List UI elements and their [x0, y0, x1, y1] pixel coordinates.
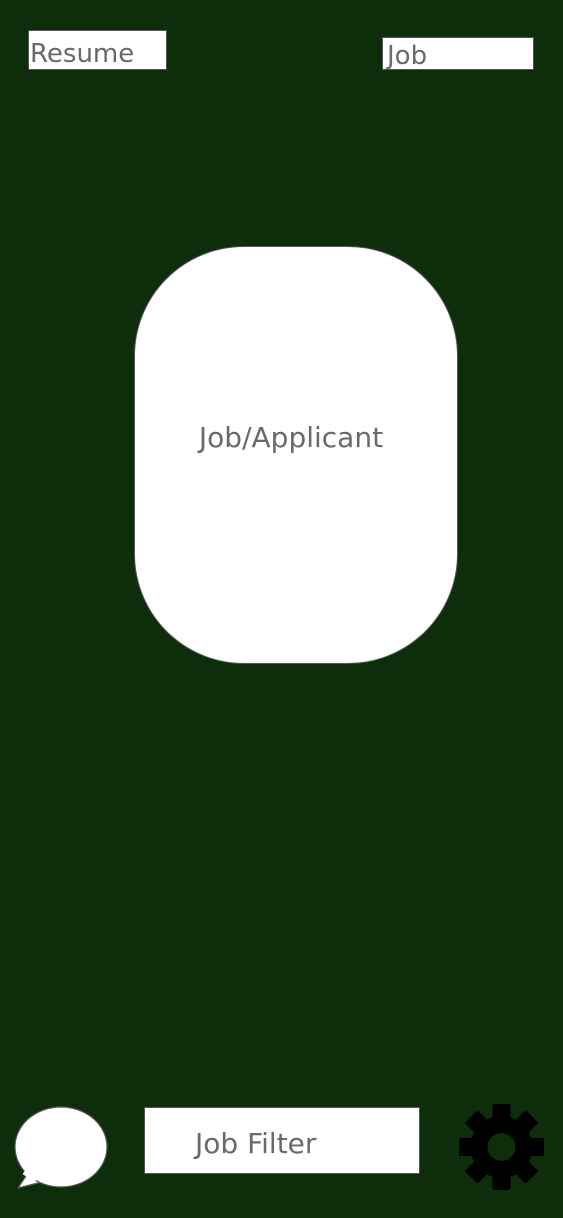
chat-button[interactable] [14, 1106, 110, 1192]
speech-bubble-icon [14, 1106, 108, 1189]
job-filter-label: Job Filter [195, 1127, 317, 1160]
job-applicant-card[interactable]: Job/Applicant [134, 246, 458, 664]
settings-button[interactable] [458, 1104, 545, 1190]
card-label: Job/Applicant [198, 420, 384, 454]
gear-icon [458, 1104, 545, 1190]
resume-button[interactable]: Resume [28, 30, 167, 70]
job-button[interactable]: Job [382, 37, 534, 70]
job-filter-button[interactable]: Job Filter [144, 1107, 420, 1174]
